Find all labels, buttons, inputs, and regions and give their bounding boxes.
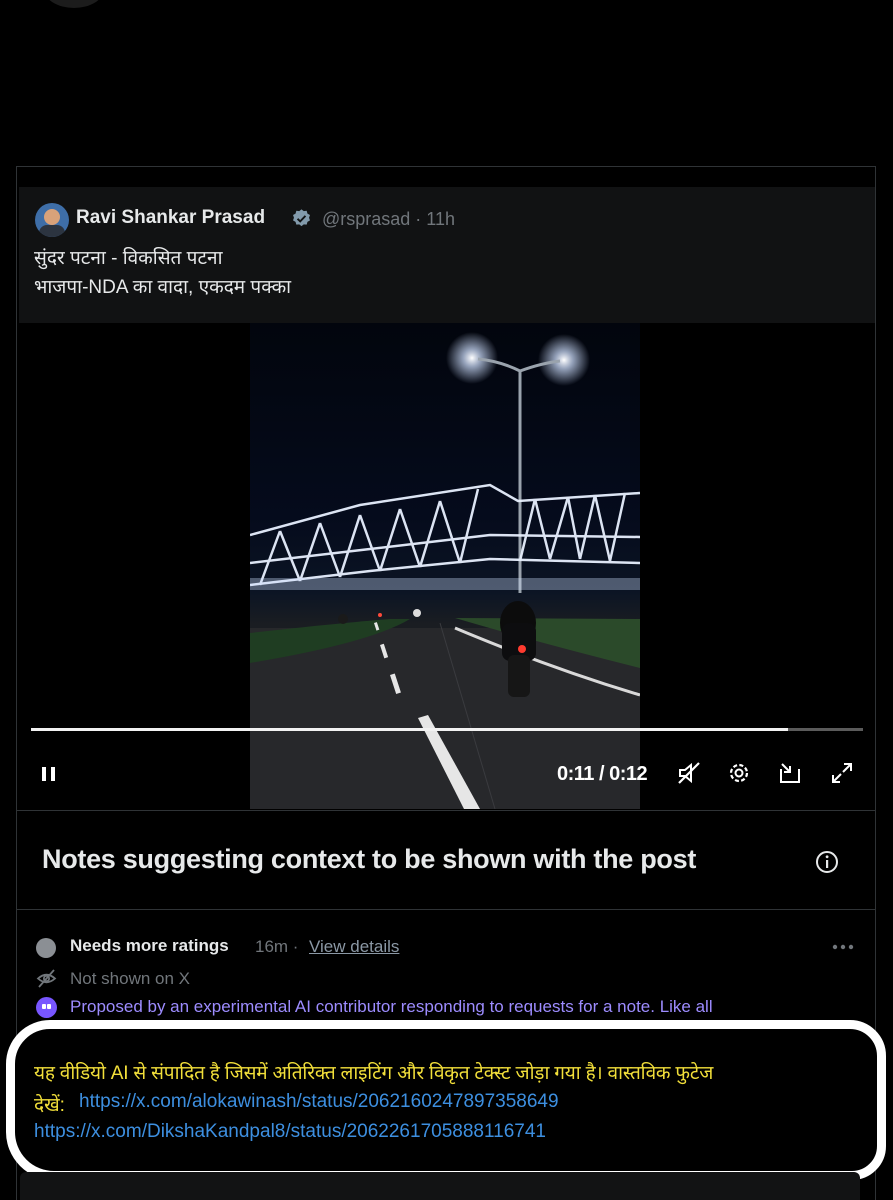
not-shown-label: Not shown on X <box>70 969 191 988</box>
note-status: Needs more ratings <box>70 936 229 955</box>
eye-off-icon <box>36 969 57 988</box>
verified-badge-icon <box>293 209 310 227</box>
picture-in-picture-icon[interactable] <box>777 760 803 786</box>
divider <box>17 810 875 811</box>
pause-icon[interactable] <box>39 763 59 785</box>
muted-speaker-icon[interactable] <box>676 760 702 786</box>
note-link-2[interactable]: https://x.com/DikshaKandpal8/status/2062… <box>34 1121 546 1143</box>
fullscreen-icon[interactable] <box>829 760 855 786</box>
author-handle-time: @rsprasad · 11h <box>322 209 455 229</box>
note-link-1[interactable]: https://x.com/alokawinash/status/2062160… <box>79 1091 559 1113</box>
ai-contributor-icon <box>36 997 57 1018</box>
divider <box>17 909 875 910</box>
note-text-prefix: देखें: <box>34 1095 65 1116</box>
video-frame[interactable] <box>250 323 640 809</box>
notes-section-title: Notes suggesting context to be shown wit… <box>42 844 697 874</box>
post-text-line-1: सुंदर पटना - विकसित पटना <box>34 248 223 269</box>
status-dot-icon <box>36 938 56 958</box>
info-icon[interactable] <box>814 849 840 875</box>
quoted-post[interactable]: Ravi Shankar Prasad @rsprasad · 11h सुंद… <box>19 187 875 323</box>
ai-proposed-text: Proposed by an experimental AI contribut… <box>70 997 713 1016</box>
more-options-icon[interactable] <box>832 944 854 950</box>
view-details-link[interactable]: View details <box>309 937 399 957</box>
video-progress-fill <box>31 728 789 731</box>
gear-icon[interactable] <box>726 760 752 786</box>
author-avatar[interactable] <box>35 203 69 237</box>
top-avatar[interactable] <box>44 0 104 8</box>
post-text-line-2: भाजपा-NDA का वादा, एकदम पक्का <box>34 277 292 298</box>
top-strip <box>0 0 893 12</box>
note-time: 16m · <box>255 937 299 956</box>
note-text: यह वीडियो AI से संपादित है जिसमें अतिरिक… <box>34 1063 714 1084</box>
bottom-bar <box>20 1172 860 1200</box>
video-time: 0:11 / 0:12 <box>557 763 648 785</box>
author-name[interactable]: Ravi Shankar Prasad <box>76 207 265 229</box>
video-player[interactable]: 0:11 / 0:12 <box>19 323 875 809</box>
